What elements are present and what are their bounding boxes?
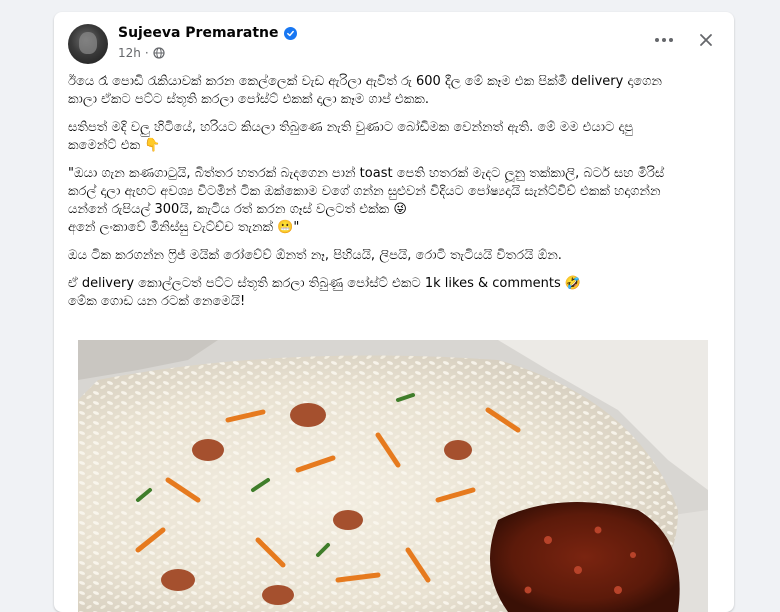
header-actions <box>650 26 720 54</box>
verified-badge-icon <box>283 26 297 40</box>
close-icon[interactable] <box>692 26 720 54</box>
post-paragraph: ඒ delivery කොල්ලටත් පට්ට ස්තූති කරලා තිබ… <box>68 275 720 311</box>
post-paragraph: ඔය ටික කරගන්න ෆ්‍රිජ් මයික් රෝවේව් ඕනත් … <box>68 247 720 265</box>
post-line: ඊයෙ රෑ පොඩි රැකියාවක් කරන කෙල්ලෙක් වැඩ ඇ… <box>68 74 662 89</box>
post-line: ඒ delivery කොල්ලටත් පට්ට ස්තූති කරලා තිබ… <box>68 276 582 291</box>
post-line: කරල් දාලා ඇඟට අවශ්‍ය විටමින් ටික ඔක්කොම … <box>68 184 661 199</box>
globe-icon <box>153 47 165 59</box>
post-photo[interactable] <box>78 340 708 612</box>
post-line: "ඔයා ගැන කණගාටුයි, බිත්තර හතරක් බැදගෙන ප… <box>68 166 665 181</box>
post-timestamp[interactable]: 12h <box>118 46 141 60</box>
post-paragraph: ඊයෙ රෑ පොඩි රැකියාවක් කරන කෙල්ලෙක් වැඩ ඇ… <box>68 73 720 109</box>
author-avatar[interactable] <box>68 24 108 64</box>
post-line: කමෙන්ට් එක 👇 <box>68 138 161 153</box>
fried-rice-photo <box>78 340 708 612</box>
post-paragraph: "ඔයා ගැන කණගාටුයි, බිත්තර හතරක් බැදගෙන ප… <box>68 165 720 237</box>
post-line: මේක ගොඩ යන රටක් නෙමෙයි! <box>68 294 246 309</box>
post-line: ඔය ටික කරගන්න ෆ්‍රිජ් මයික් රෝවේව් ඕනත් … <box>68 248 562 263</box>
post-meta: 12h · <box>118 46 165 60</box>
post-line: කාලා ඒකට පට්ට ස්තූති කරලා පෝස්ට් එකක් දා… <box>68 92 429 107</box>
post-line: යන්නේ රුපියල් 300යි, කැටිය රත් කරන ගෑස් … <box>68 202 407 217</box>
author-name[interactable]: Sujeeva Premaratne <box>118 25 279 41</box>
meta-separator: · <box>144 46 149 60</box>
author-name-link[interactable]: Sujeeva Premaratne <box>118 25 297 41</box>
more-options-icon[interactable] <box>650 26 678 54</box>
post-card: Sujeeva Premaratne 12h · ඊයෙ රෑ පොඩි රැක… <box>54 12 734 612</box>
post-header: Sujeeva Premaratne 12h · <box>68 24 720 68</box>
post-body: ඊයෙ රෑ පොඩි රැකියාවක් කරන කෙල්ලෙක් වැඩ ඇ… <box>68 73 720 321</box>
post-paragraph: සතිපත් මදි වලු හිටියේ, හරියට කියලා තිබුණ… <box>68 119 720 155</box>
post-line: සතිපත් මදි වලු හිටියේ, හරියට කියලා තිබුණ… <box>68 120 634 135</box>
post-line: අනේ ලංකාවේ මිනිස්සු වැට්ච්ච තැනක් 😬" <box>68 220 300 235</box>
